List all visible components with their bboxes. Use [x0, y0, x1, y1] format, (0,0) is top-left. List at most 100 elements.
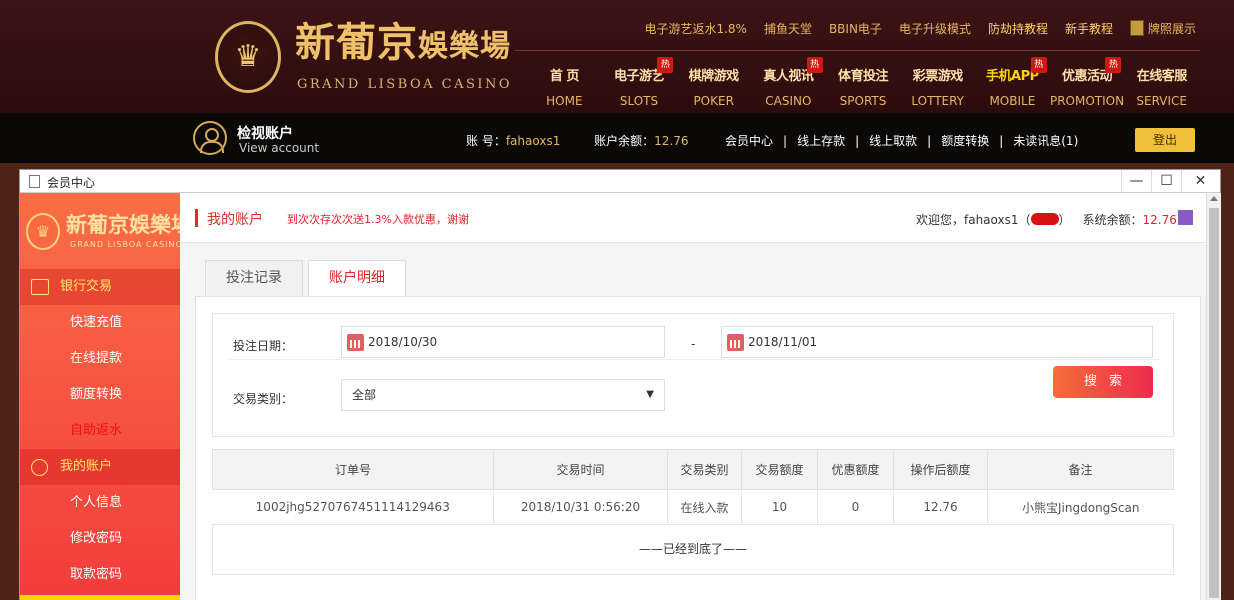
- sidebar-section-label: 我的账户: [60, 459, 113, 474]
- nav-sports-en: SPORTS: [839, 94, 887, 108]
- site-header: ♛ 新葡京娛樂場 GRAND LISBOA CASINO 电子游艺返水1.8% …: [0, 0, 1234, 113]
- refresh-balance-button[interactable]: [1178, 210, 1193, 225]
- page-title: 我的账户: [207, 212, 263, 228]
- sidebar-logo-en: GRAND LISBOA CASINO: [70, 240, 183, 249]
- date-from-value: 2018/10/30: [368, 335, 438, 349]
- promo-text: 到次次存次次送1.3%入款优惠，谢谢: [287, 213, 469, 226]
- account-title[interactable]: 检视账户: [237, 123, 293, 143]
- tab-bet-records[interactable]: 投注记录: [205, 260, 303, 296]
- col-order-no: 订单号: [212, 449, 494, 490]
- sidebar-item-transfer[interactable]: 额度转换: [20, 377, 180, 413]
- top-link-license[interactable]: 牌照展示: [1129, 20, 1196, 37]
- nav-home-cn: 首 页: [549, 69, 580, 84]
- link-member-center[interactable]: 会员中心: [725, 134, 773, 148]
- site-logo[interactable]: ♛ 新葡京娛樂場 GRAND LISBOA CASINO: [215, 17, 510, 97]
- system-balance-value: 12.76: [1142, 213, 1177, 227]
- nav-sports[interactable]: 体育投注 SPORTS: [826, 67, 901, 108]
- main-nav: 首 页 HOME 热电子游艺 SLOTS 棋牌游戏 POKER 热真人视讯 CASINO…: [527, 57, 1199, 108]
- sidebar-bottom-bar: [20, 595, 180, 600]
- wallet-icon: [31, 279, 49, 295]
- calendar-icon: [347, 334, 364, 351]
- top-link-tutorial[interactable]: 新手教程: [1065, 20, 1113, 37]
- top-link-bbin[interactable]: BBIN电子: [829, 20, 882, 37]
- nav-service[interactable]: 在线客服 SERVICE: [1124, 67, 1199, 108]
- top-link-anti-hijack[interactable]: 防劫持教程: [988, 20, 1048, 37]
- date-from-input[interactable]: 2018/10/30: [341, 326, 665, 358]
- sidebar-item-profile[interactable]: 个人信息: [20, 485, 180, 521]
- scroll-up-icon[interactable]: [1210, 196, 1218, 201]
- top-link-upgrade[interactable]: 电子升级模式: [899, 20, 971, 37]
- cell-remark: 小熊宝JingdongScan: [987, 489, 1174, 525]
- nav-lottery[interactable]: 彩票游戏 LOTTERY: [900, 67, 975, 108]
- nav-poker[interactable]: 棋牌游戏 POKER: [676, 67, 751, 108]
- nav-mobile[interactable]: 热手机APP MOBILE: [975, 57, 1050, 108]
- sidebar-section-account[interactable]: 我的账户: [20, 449, 180, 485]
- logo-cn-main: 新葡京: [295, 19, 418, 66]
- date-separator: -: [691, 337, 696, 351]
- link-withdraw[interactable]: 线上取款: [869, 134, 917, 148]
- table-row[interactable]: 1002jhg5270767451114129463 2018/10/31 0:…: [212, 489, 1174, 525]
- cell-time: 2018/10/31 0:56:20: [493, 489, 668, 525]
- hot-badge: 热: [806, 57, 823, 73]
- license-icon: [1129, 20, 1144, 36]
- welcome-suffix: ）: [1058, 213, 1071, 227]
- type-select[interactable]: 全部 ▼: [341, 379, 665, 411]
- filter-box: 投注日期： 2018/10/30 - 2018/11/01 交易类别： 全部 ▼ …: [212, 313, 1174, 437]
- maximize-button[interactable]: ☐: [1151, 170, 1181, 192]
- logout-button[interactable]: 登出: [1135, 128, 1195, 152]
- sidebar-item-change-password[interactable]: 修改密码: [20, 521, 180, 557]
- date-to-value: 2018/11/01: [748, 335, 818, 349]
- tab-account-details[interactable]: 账户明细: [308, 260, 406, 297]
- top-link-slots-rebate[interactable]: 电子游艺返水1.8%: [644, 20, 747, 37]
- filter-divider: [229, 359, 1159, 360]
- transactions-table: 订单号 交易时间 交易类别 交易额度 优惠额度 操作后额度 备注 1002jhg…: [212, 449, 1174, 525]
- nav-lottery-cn: 彩票游戏: [912, 69, 964, 84]
- redaction-mark: [1030, 213, 1059, 225]
- col-time: 交易时间: [493, 449, 668, 490]
- tabs: 投注记录 账户明细: [205, 260, 411, 297]
- minimize-button[interactable]: —: [1121, 170, 1151, 192]
- sidebar-item-rebate[interactable]: 自助返水: [20, 413, 180, 449]
- hot-badge: 热: [1105, 57, 1122, 73]
- logo-cn-small: 娛樂場: [418, 29, 511, 64]
- date-to-input[interactable]: 2018/11/01: [721, 326, 1153, 358]
- separator: |: [783, 134, 788, 148]
- cell-order-no: 1002jhg5270767451114129463: [212, 489, 494, 525]
- nav-divider: [515, 50, 1200, 51]
- search-button[interactable]: 搜索: [1053, 366, 1153, 398]
- link-deposit[interactable]: 线上存款: [797, 134, 845, 148]
- link-unread-messages[interactable]: 未读讯息(1): [1013, 134, 1078, 148]
- close-button[interactable]: ✕: [1181, 170, 1219, 192]
- vertical-scrollbar[interactable]: [1206, 193, 1221, 600]
- hot-badge: 热: [1030, 57, 1047, 73]
- sidebar-section-bank[interactable]: 银行交易: [20, 269, 180, 305]
- nav-promotion[interactable]: 热优惠活动 PROMOTION: [1049, 57, 1125, 108]
- table-header-row: 订单号 交易时间 交易类别 交易额度 优惠额度 操作后额度 备注: [212, 449, 1174, 490]
- window-titlebar[interactable]: 会员中心 — ☐ ✕: [20, 170, 1220, 193]
- nav-home[interactable]: 首 页 HOME: [527, 67, 602, 108]
- user-icon: [31, 459, 48, 476]
- balance-value: 12.76: [654, 134, 689, 148]
- sidebar-item-quick-deposit[interactable]: 快速充值: [20, 305, 180, 341]
- nav-slots[interactable]: 热电子游艺 SLOTS: [602, 57, 677, 108]
- sidebar-item-withdraw-password[interactable]: 取款密码: [20, 557, 180, 593]
- welcome-text: 欢迎您，fahaoxs1（ ） 系统余额：12.76: [916, 211, 1177, 228]
- scrollbar-thumb[interactable]: [1209, 208, 1219, 598]
- date-label: 投注日期：: [233, 339, 294, 353]
- separator: |: [855, 134, 860, 148]
- nav-promotion-en: PROMOTION: [1049, 94, 1125, 108]
- member-center-window: 会员中心 — ☐ ✕ ♛ 新葡京娛樂場 GRAND LISBOA CASINO …: [19, 169, 1221, 600]
- logo-en: GRAND LISBOA CASINO: [297, 77, 513, 92]
- account-label: 账 号：: [466, 134, 506, 148]
- account-info: 账 号：fahaoxs1 账户余额：12.76: [466, 132, 689, 149]
- calendar-icon: [727, 334, 744, 351]
- account-bar: 检视账户 View account 账 号：fahaoxs1 账户余额：12.7…: [0, 113, 1234, 163]
- nav-casino[interactable]: 热真人视讯 CASINO: [751, 57, 826, 108]
- account-links: 会员中心 | 线上存款 | 线上取款 | 额度转换 | 未读讯息(1): [725, 132, 1078, 149]
- link-transfer[interactable]: 额度转换: [941, 134, 989, 148]
- sidebar-item-withdraw[interactable]: 在线提款: [20, 341, 180, 377]
- nav-mobile-en: MOBILE: [989, 94, 1036, 108]
- nav-poker-en: POKER: [693, 94, 734, 108]
- top-link-fishing[interactable]: 捕鱼天堂: [764, 20, 812, 37]
- account-subtitle[interactable]: View account: [239, 141, 319, 155]
